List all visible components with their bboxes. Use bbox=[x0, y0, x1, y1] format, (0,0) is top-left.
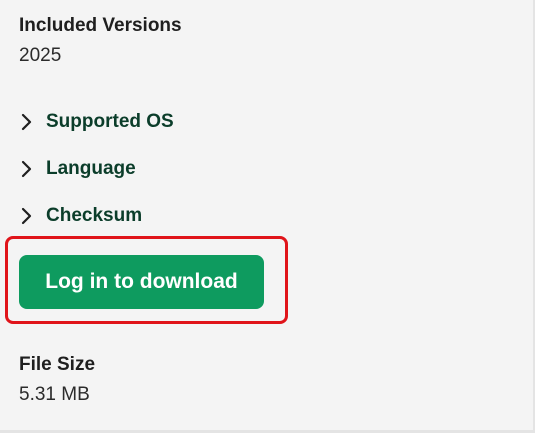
language-label: Language bbox=[46, 158, 136, 179]
checksum-label: Checksum bbox=[46, 205, 143, 226]
chevron-right-icon bbox=[20, 206, 34, 226]
log-in-to-download-button[interactable]: Log in to download bbox=[19, 255, 264, 309]
supported-os-expander[interactable]: Supported OS bbox=[20, 109, 174, 135]
chevron-right-icon bbox=[20, 159, 34, 179]
file-size-value: 5.31 MB bbox=[19, 384, 90, 405]
included-versions-label: Included Versions bbox=[19, 15, 182, 36]
supported-os-label: Supported OS bbox=[46, 111, 174, 132]
included-versions-value: 2025 bbox=[19, 45, 62, 66]
chevron-right-icon bbox=[20, 112, 34, 132]
checksum-expander[interactable]: Checksum bbox=[20, 203, 142, 229]
product-details-panel: Included Versions 2025 Supported OS Lang… bbox=[0, 0, 535, 433]
file-size-label: File Size bbox=[19, 354, 96, 375]
language-expander[interactable]: Language bbox=[20, 156, 136, 182]
